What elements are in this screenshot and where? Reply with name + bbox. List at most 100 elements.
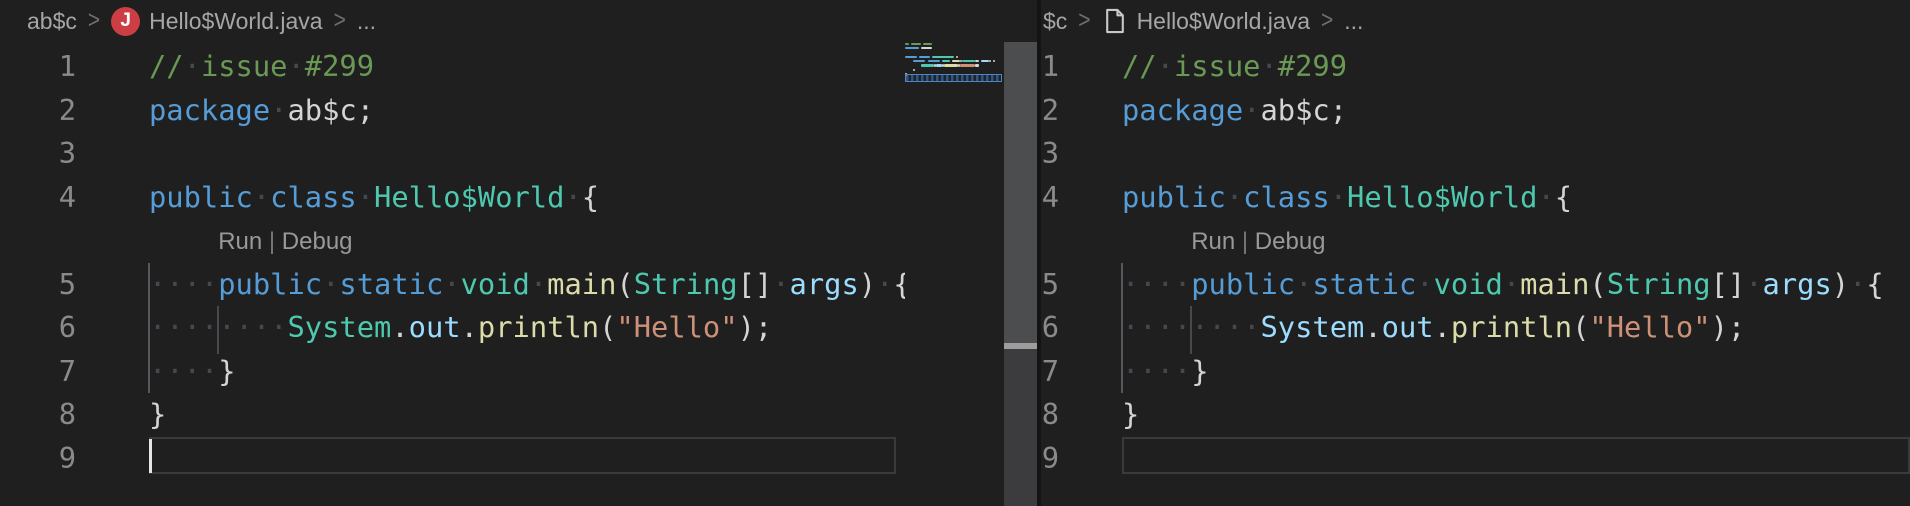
editor-pane-left[interactable]: ab$c>JHello$World.java>...1//·issue·#299…: [0, 0, 1037, 506]
code-line[interactable]: }: [1122, 393, 1910, 437]
code-line[interactable]: ····}: [1122, 350, 1910, 394]
code-token: println: [1451, 310, 1572, 344]
code-line[interactable]: ····public·static·void·main(String[]·arg…: [1122, 263, 1910, 307]
code-line[interactable]: [149, 132, 905, 176]
code-line[interactable]: //·issue·#299: [1122, 45, 1910, 89]
code-line[interactable]: ········System.out.println("Hello");: [149, 306, 905, 350]
codelens-run-debug: Run | Debug: [218, 219, 352, 263]
whitespace-dots: ·: [184, 49, 201, 83]
line-number[interactable]: 2: [1041, 89, 1059, 133]
code-line[interactable]: [1122, 132, 1910, 176]
line-number[interactable]: 6: [0, 306, 76, 350]
whitespace-dots: ·: [1537, 180, 1554, 214]
chevron-right-icon: >: [334, 7, 346, 36]
codelens-run-link[interactable]: Run: [218, 228, 262, 255]
breadcrumb-item[interactable]: ...: [1344, 8, 1363, 35]
code-token: public: [1122, 180, 1226, 214]
breadcrumb-item[interactable]: Hello$World.java: [1102, 6, 1310, 36]
code-token: ab$c;: [1260, 93, 1347, 127]
whitespace-dots: ·: [1260, 49, 1277, 83]
breadcrumb-item[interactable]: $c: [1043, 8, 1067, 35]
breadcrumb-item[interactable]: ab$c: [27, 8, 77, 35]
line-number[interactable]: 6: [1041, 306, 1059, 350]
line-number[interactable]: 2: [0, 89, 76, 133]
scrollbar-drag-handle[interactable]: [1004, 343, 1037, 350]
line-number[interactable]: 5: [1041, 263, 1059, 307]
code-line[interactable]: ····public·static·void·main(String[]·arg…: [149, 263, 905, 307]
whitespace-dots: ·: [1157, 49, 1174, 83]
minimap-code-segment: [905, 43, 909, 46]
line-number[interactable]: 7: [0, 350, 76, 394]
code-line[interactable]: package·ab$c;: [1122, 89, 1910, 133]
line-number[interactable]: 7: [1041, 350, 1059, 394]
line-number[interactable]: 9: [1041, 437, 1059, 481]
line-number[interactable]: 1: [1041, 45, 1059, 89]
code-token: (: [616, 267, 633, 301]
code-line[interactable]: //·issue·#299: [149, 45, 905, 89]
vertical-scrollbar-thumb[interactable]: [1004, 42, 1037, 345]
whitespace-dots: ·: [443, 267, 460, 301]
current-line-highlight: [149, 437, 896, 474]
whitespace-dots: ····: [1122, 267, 1191, 301]
editor-pane-right[interactable]: $c>Hello$World.java>...1//·issue·#2992pa…: [1041, 0, 1910, 506]
chevron-right-icon: >: [88, 7, 100, 36]
line-number[interactable]: 4: [1041, 176, 1059, 220]
code-token: []: [738, 267, 773, 301]
code-token: public: [218, 267, 322, 301]
minimap-code-segment: [981, 60, 989, 63]
line-number[interactable]: 3: [0, 132, 76, 176]
minimap-code-segment: [944, 64, 958, 67]
codelens-debug-link[interactable]: Debug: [1255, 228, 1326, 255]
line-number[interactable]: 1: [0, 45, 76, 89]
code-token: //: [149, 49, 184, 83]
line-number[interactable]: 8: [0, 393, 76, 437]
plain-file-icon: [1102, 6, 1128, 36]
text-cursor: [149, 439, 152, 473]
breadcrumb-label: Hello$World.java: [149, 8, 322, 35]
minimap-code-segment: [932, 56, 955, 59]
whitespace-dots: ·: [1243, 93, 1260, 127]
line-number[interactable]: 5: [0, 263, 76, 307]
code-token: public: [1191, 267, 1295, 301]
breadcrumb-item[interactable]: J Hello$World.java: [111, 7, 322, 36]
whitespace-dots: ·: [530, 267, 547, 301]
line-number[interactable]: 4: [0, 176, 76, 220]
code-line[interactable]: public·class·Hello$World·{: [1122, 176, 1910, 220]
code-token: ): [1832, 267, 1849, 301]
breadcrumb-item[interactable]: ...: [357, 8, 376, 35]
whitespace-dots: ·: [322, 267, 339, 301]
code-token: }: [218, 354, 235, 388]
indent-guide: [1121, 263, 1123, 394]
code-token: args: [790, 267, 859, 301]
minimap-code-segment: [942, 60, 950, 63]
code-token: .: [461, 310, 478, 344]
code-line[interactable]: package·ab$c;: [149, 89, 905, 133]
minimap[interactable]: [905, 42, 1004, 506]
line-number[interactable]: 9: [0, 437, 76, 481]
code-line[interactable]: ····}: [149, 350, 905, 394]
code-token: public: [149, 180, 253, 214]
codelens-debug-link[interactable]: Debug: [282, 228, 353, 255]
breadcrumb-label: ...: [357, 8, 376, 35]
whitespace-dots: ·: [1295, 267, 1312, 301]
vscode-split-editor: ab$c > J Hello$World.java >... 1 //·issue·#299…: [0, 0, 1910, 506]
chevron-right-icon: >: [1078, 7, 1090, 36]
line-number[interactable]: 8: [1041, 393, 1059, 437]
java-file-icon: J: [111, 7, 140, 36]
code-token: void: [461, 267, 530, 301]
codelens-run-link[interactable]: Run: [1191, 228, 1235, 255]
code-token: Hello$World: [374, 180, 564, 214]
line-number[interactable]: 3: [1041, 132, 1059, 176]
code-token: }: [1122, 397, 1139, 431]
code-line[interactable]: }: [149, 393, 905, 437]
whitespace-dots: ·: [1745, 267, 1762, 301]
code-token: main: [1520, 267, 1589, 301]
code-token: #299: [305, 49, 374, 83]
code-token: );: [738, 310, 773, 344]
minimap-code-segment: [936, 64, 942, 67]
code-line[interactable]: ········System.out.println("Hello");: [1122, 306, 1910, 350]
code-line[interactable]: public·class·Hello$World·{: [149, 176, 905, 220]
minimap-code-segment: [975, 60, 979, 63]
code-token: ab$c;: [287, 93, 374, 127]
minimap-code-segment: [913, 69, 915, 72]
